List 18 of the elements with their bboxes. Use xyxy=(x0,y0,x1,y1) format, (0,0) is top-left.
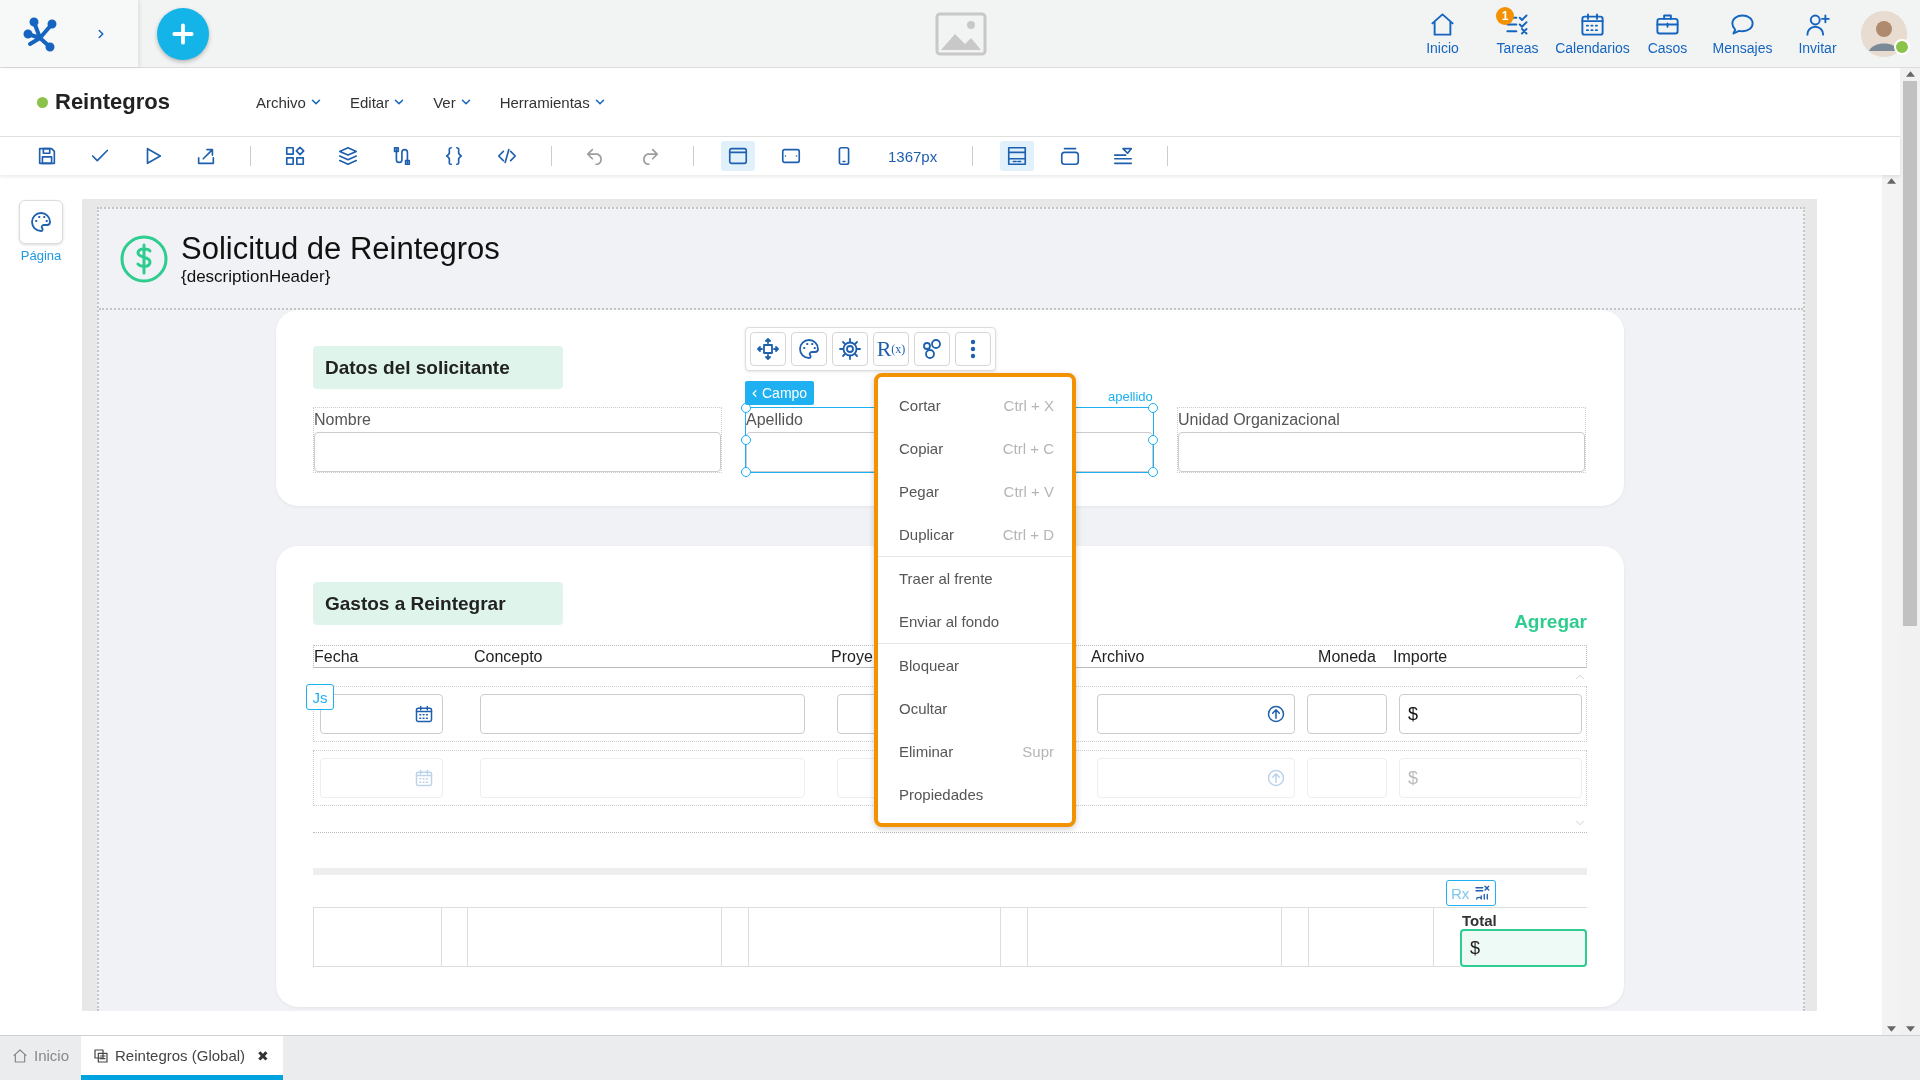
column-header: Fecha xyxy=(314,647,360,667)
field-label: Unidad Organizacional xyxy=(1178,410,1341,430)
page-title: Solicitud de Reintegros xyxy=(181,230,500,267)
section-title: Gastos a Reintegrar xyxy=(313,582,563,625)
count-badge: 1 xyxy=(1496,7,1514,25)
width-label: 1367px xyxy=(888,147,938,165)
field-label: Apellido xyxy=(746,410,804,430)
section-title: Datos del solicitante xyxy=(313,346,563,389)
page-subtitle: {descriptionHeader} xyxy=(181,266,332,287)
column-header: Importe xyxy=(1393,647,1449,667)
field-name-label: apellido xyxy=(1108,389,1153,404)
button-label: Página xyxy=(20,248,62,263)
app-title: Reintegros xyxy=(55,89,170,115)
column-header: Concepto xyxy=(474,647,544,667)
column-header: Archivo xyxy=(1091,647,1146,667)
column-header: Moneda xyxy=(1317,647,1377,667)
field-label: Nombre xyxy=(314,410,372,430)
total-label: Total xyxy=(1461,912,1498,929)
